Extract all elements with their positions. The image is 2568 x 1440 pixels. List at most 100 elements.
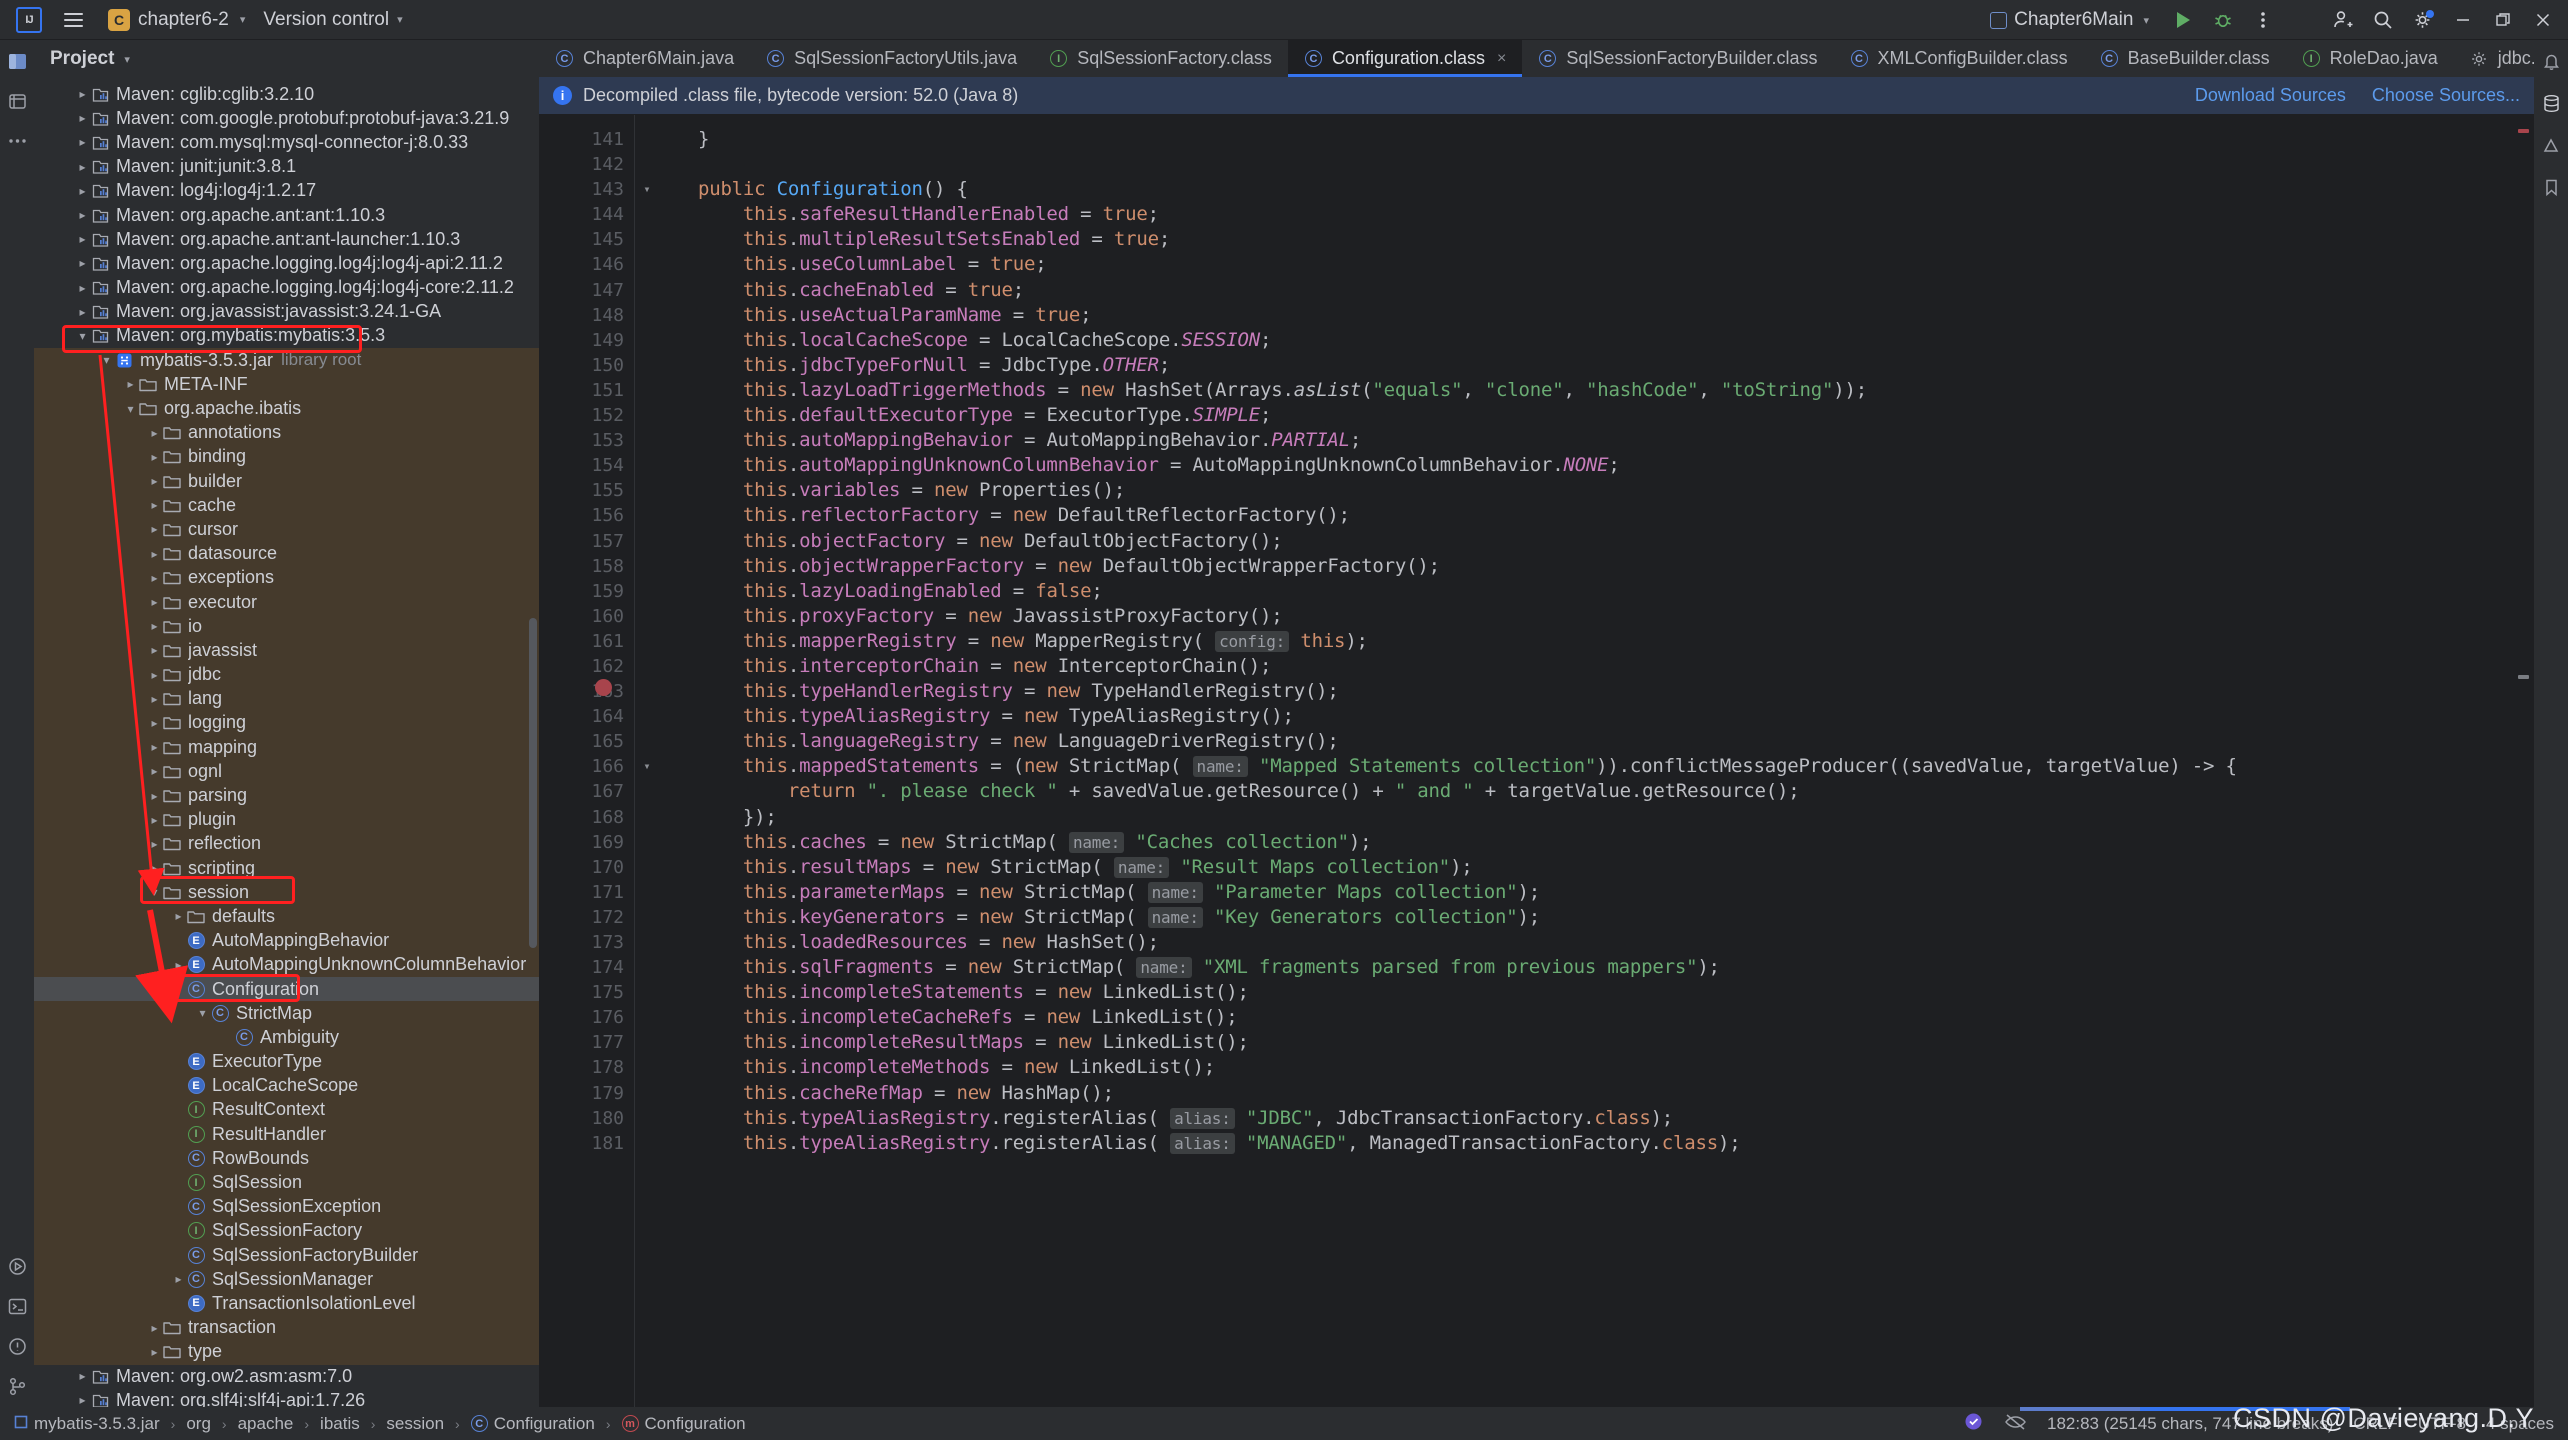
tree-expand-arrow[interactable]: ▸ [76,160,89,174]
tree-node[interactable]: E LocalCacheScope [34,1074,539,1098]
tree-expand-arrow[interactable]: ▸ [124,377,137,391]
close-tab-icon[interactable]: × [1497,50,1506,68]
tree-node[interactable]: ▸ ognl [34,759,539,783]
source-code[interactable]: } public Configuration() { this.safeResu… [634,115,2512,1407]
tree-node[interactable]: ▸ jdbc [34,663,539,687]
breakpoint-icon[interactable] [595,679,612,697]
tree-expand-arrow[interactable]: ▸ [76,184,89,198]
tree-node[interactable]: ▾ Maven: org.mybatis:mybatis:3.5.3 [34,324,539,348]
tree-node[interactable]: ▸ Maven: org.apache.ant:ant-launcher:1.10… [34,227,539,251]
breadcrumb-item[interactable]: ibatis [320,1414,360,1434]
tree-expand-arrow[interactable]: ▸ [148,547,161,561]
close-icon[interactable] [2524,3,2562,37]
tree-expand-arrow[interactable]: ▸ [148,450,161,464]
editor-tab[interactable]: C Chapter6Main.java [539,40,750,77]
breadcrumb-item[interactable]: C Configuration [470,1414,595,1434]
tree-node[interactable]: ▸ Maven: log4j:log4j:1.2.17 [34,179,539,203]
tree-expand-arrow[interactable]: ▸ [148,861,161,875]
tree-expand-arrow[interactable]: ▸ [148,789,161,803]
tree-expand-arrow[interactable]: ▸ [148,619,161,633]
tree-expand-arrow[interactable]: ▸ [148,837,161,851]
tree-expand-arrow[interactable]: ▸ [148,522,161,536]
problems-tool-window-icon[interactable] [2,1331,32,1361]
tree-node[interactable]: C RowBounds [34,1146,539,1170]
add-account-icon[interactable] [2324,3,2362,37]
tree-expand-arrow[interactable]: ▸ [76,305,89,319]
code-viewer[interactable]: 141 142 143 ▾ 144 145 146 147 148 149 150 151 152 153… [539,115,2534,1407]
tree-node[interactable]: C SqlSessionException [34,1195,539,1219]
editor-tab[interactable]: jdbc.properties [2454,40,2534,77]
editor-tab[interactable]: I RoleDao.java [2286,40,2454,77]
tree-node[interactable]: ▸ cache [34,493,539,517]
tree-node[interactable]: ▸ E AutoMappingUnknownColumnBehavior [34,953,539,977]
version-control-menu[interactable]: Version control ▾ [253,4,412,36]
tree-node[interactable]: ▸ mapping [34,735,539,759]
tree-expand-arrow[interactable]: ▸ [148,426,161,440]
project-selector[interactable]: C chapter6-2 ▾ [100,5,253,35]
tree-node[interactable]: ▸ Maven: org.javassist:javassist:3.24.1-G… [34,300,539,324]
editor-tab[interactable]: C XMLConfigBuilder.class [1834,40,2084,77]
tree-expand-arrow[interactable]: ▸ [76,135,89,149]
tree-expand-arrow[interactable]: ▸ [76,87,89,101]
tree-expand-arrow[interactable]: ▸ [76,281,89,295]
tree-expand-arrow[interactable]: ▸ [76,111,89,125]
breadcrumb-item[interactable]: apache [238,1414,294,1434]
tree-expand-arrow[interactable]: ▸ [148,474,161,488]
editor-tab[interactable]: C BaseBuilder.class [2084,40,2286,77]
tree-node[interactable]: ▸ type [34,1340,539,1364]
breadcrumb-item[interactable]: mybatis-3.5.3.jar [14,1414,160,1434]
breadcrumb-item[interactable]: session [386,1414,444,1434]
tree-expand-arrow[interactable]: ▸ [172,1272,185,1286]
tree-scrollbar-thumb[interactable] [529,618,537,948]
tree-node[interactable]: ▸ Maven: cglib:cglib:3.2.10 [34,82,539,106]
database-tool-window-icon[interactable] [2536,88,2566,118]
tree-expand-arrow[interactable]: ▸ [76,1393,89,1407]
tree-expand-arrow[interactable]: ▾ [172,982,185,996]
download-sources-link[interactable]: Download Sources [2195,85,2346,106]
tree-node[interactable]: ▸ reflection [34,832,539,856]
tree-expand-arrow[interactable]: ▸ [76,232,89,246]
tree-node[interactable]: ▸ annotations [34,421,539,445]
project-tree[interactable]: ▸ Maven: cglib:cglib:3.2.10 ▸ Maven: com.go… [34,78,539,1407]
error-stripe-marker-bar[interactable] [2512,115,2534,1407]
tree-node[interactable]: C Ambiguity [34,1025,539,1049]
project-tool-window-icon[interactable] [2,46,32,76]
tree-node[interactable]: I SqlSession [34,1170,539,1194]
tree-node[interactable]: ▸ javassist [34,638,539,662]
tree-node[interactable]: ▾ mybatis-3.5.3.jar library root [34,348,539,372]
tree-expand-arrow[interactable]: ▸ [148,643,161,657]
version-control-tool-window-icon[interactable] [2,1371,32,1401]
tree-node[interactable]: ▸ Maven: org.slf4j:slf4j-api:1.7.26 [34,1388,539,1407]
tree-expand-arrow[interactable]: ▸ [172,909,185,923]
editor-tab[interactable]: C Configuration.class × [1287,40,1523,77]
tree-expand-arrow[interactable]: ▸ [76,256,89,270]
project-panel-header[interactable]: Project ▾ [34,40,539,78]
debug-button[interactable] [2204,3,2242,37]
editor-tab[interactable]: C SqlSessionFactoryUtils.java [750,40,1033,77]
terminal-tool-window-icon[interactable] [2,1291,32,1321]
tree-expand-arrow[interactable]: ▸ [148,813,161,827]
tree-node[interactable]: I SqlSessionFactory [34,1219,539,1243]
commit-tool-window-icon[interactable] [2,86,32,116]
tree-node[interactable]: ▸ C SqlSessionManager [34,1267,539,1291]
tree-node[interactable]: ▸ Maven: org.ow2.asm:asm:7.0 [34,1364,539,1388]
more-actions-icon[interactable] [2244,3,2282,37]
breadcrumb[interactable]: mybatis-3.5.3.jar › org › apache › ibatis › sess… [14,1414,746,1434]
tree-node[interactable]: ▸ transaction [34,1316,539,1340]
reader-mode-icon[interactable] [2004,1411,2027,1437]
editor-tab[interactable]: I SqlSessionFactory.class [1033,40,1288,77]
tree-expand-arrow[interactable]: ▸ [148,498,161,512]
tree-node[interactable]: ▸ Maven: com.google.protobuf:protobuf-jav… [34,106,539,130]
more-tool-windows-icon[interactable] [2,126,32,156]
tree-expand-arrow[interactable]: ▸ [148,716,161,730]
run-configuration-selector[interactable]: Chapter6Main ▾ [1981,5,2158,35]
tree-node[interactable]: ▸ parsing [34,783,539,807]
tree-expand-arrow[interactable]: ▸ [172,958,185,972]
tree-node[interactable]: ▸ plugin [34,808,539,832]
tree-node[interactable]: E ExecutorType [34,1050,539,1074]
run-button[interactable] [2164,3,2202,37]
editor-tab[interactable]: C SqlSessionFactoryBuilder.class [1522,40,1833,77]
tree-expand-arrow[interactable]: ▸ [148,571,161,585]
tree-node[interactable]: ▸ binding [34,445,539,469]
tree-expand-arrow[interactable]: ▾ [76,329,89,343]
